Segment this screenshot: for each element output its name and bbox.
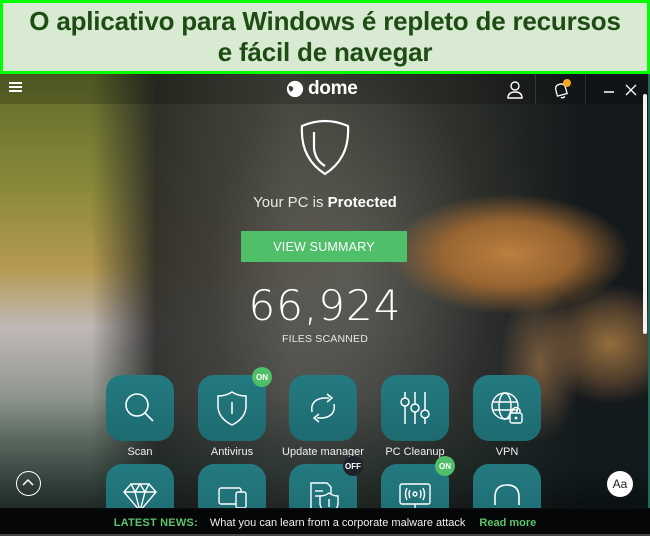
hamburger-menu-icon[interactable] xyxy=(9,82,23,94)
shield-icon xyxy=(300,119,350,176)
shield-icon xyxy=(217,391,247,426)
news-label: LATEST NEWS: xyxy=(113,516,198,529)
close-icon[interactable] xyxy=(620,79,642,101)
refresh-arrows-icon xyxy=(310,393,336,423)
dome-app-window: dome Your PC is Protected VIEW SUMMARY 6… xyxy=(0,74,650,536)
minimize-icon[interactable] xyxy=(598,79,620,101)
titlebar-divider xyxy=(535,74,536,104)
status-prefix: Your PC is xyxy=(253,194,328,211)
tile-update-manager[interactable] xyxy=(289,375,357,441)
user-icon[interactable] xyxy=(504,79,526,101)
news-headline[interactable]: What you can learn from a corporate malw… xyxy=(210,517,466,529)
chevron-up-circle-icon xyxy=(22,478,34,486)
caption-text: O aplicativo para Windows é repleto de r… xyxy=(29,6,621,67)
screenshot-root: O aplicativo para Windows é repleto de r… xyxy=(0,0,650,536)
scroll-up-button[interactable] xyxy=(16,471,41,496)
status-value: Protected xyxy=(327,194,397,211)
sliders-icon xyxy=(400,392,430,424)
globe-lock-icon xyxy=(491,392,523,424)
titlebar-divider xyxy=(585,74,586,104)
logo-text: dome xyxy=(308,78,358,99)
tile-label-vpn: VPN xyxy=(495,446,519,458)
files-scanned-count: 66,924 xyxy=(248,281,402,330)
view-summary-button[interactable]: VIEW SUMMARY xyxy=(241,231,407,262)
titlebar: dome xyxy=(0,74,650,104)
tile-pc-cleanup[interactable] xyxy=(381,375,449,441)
search-icon xyxy=(125,393,154,422)
status-badge: OFF xyxy=(343,456,363,476)
notifications-button[interactable] xyxy=(550,79,572,101)
tile-scan[interactable] xyxy=(106,375,174,441)
files-scanned-label: FILES SCANNED xyxy=(281,333,369,345)
dome-logo-icon xyxy=(286,80,304,98)
protection-status: Your PC is Protected xyxy=(0,194,650,211)
status-badge: ON xyxy=(252,367,272,387)
read-more-link[interactable]: Read more xyxy=(479,517,536,529)
caption-banner: O aplicativo para Windows é repleto de r… xyxy=(0,0,650,74)
tile-vpn[interactable] xyxy=(473,375,541,441)
news-bar: LATEST NEWS: What you can learn from a c… xyxy=(0,508,650,536)
status-badge: ON xyxy=(435,456,455,476)
dome-logo: dome xyxy=(286,78,358,100)
tile-antivirus[interactable]: ON xyxy=(198,367,272,441)
font-size-button[interactable]: Aa xyxy=(607,471,633,497)
notification-indicator xyxy=(563,79,571,87)
